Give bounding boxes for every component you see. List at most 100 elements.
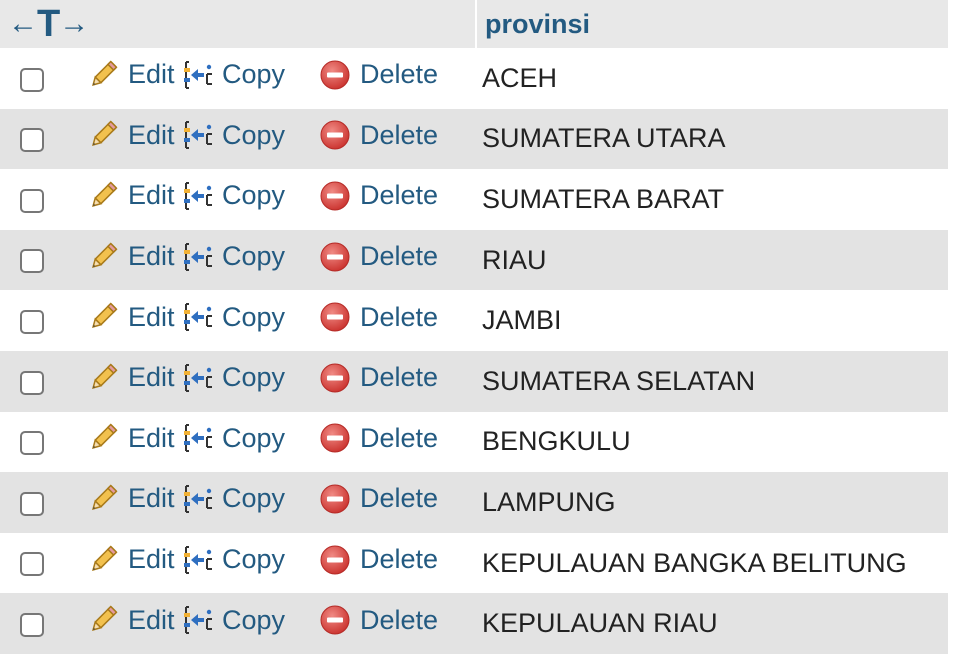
delete-link[interactable]: Delete (318, 58, 438, 92)
delete-cell: Delete (316, 411, 477, 473)
copy-cell: Copy (180, 290, 316, 351)
row-checkbox[interactable] (20, 310, 44, 335)
delete-link[interactable]: Delete (318, 603, 438, 637)
delete-icon (318, 543, 352, 577)
copy-icon (180, 361, 214, 395)
copy-link[interactable]: Copy (180, 118, 285, 152)
arrow-right-icon: → (59, 7, 90, 40)
edit-link[interactable]: Edit (86, 482, 175, 516)
provinsi-cell[interactable]: KEPULAUAN RIAU (476, 593, 949, 654)
edit-cell: Edit (60, 411, 180, 473)
copy-link[interactable]: Copy (180, 179, 285, 213)
delete-cell: Delete (316, 229, 477, 291)
delete-icon (318, 58, 352, 92)
copy-label: Copy (222, 544, 286, 575)
copy-label: Copy (222, 241, 286, 272)
edit-link[interactable]: Edit (86, 58, 175, 92)
provinsi-cell[interactable]: JAMBI (476, 290, 949, 351)
row-checkbox[interactable] (20, 188, 44, 213)
edit-link[interactable]: Edit (86, 118, 175, 152)
pencil-icon (86, 118, 120, 152)
pencil-icon (86, 603, 120, 637)
provinsi-cell[interactable]: SUMATERA UTARA (476, 108, 949, 170)
copy-cell: Copy (180, 48, 316, 109)
delete-link[interactable]: Delete (318, 240, 438, 274)
copy-link[interactable]: Copy (180, 421, 285, 455)
row-checkbox-cell (0, 472, 60, 533)
copy-link[interactable]: Copy (180, 361, 285, 395)
copy-label: Copy (222, 301, 286, 332)
delete-link[interactable]: Delete (318, 482, 438, 516)
pencil-icon (86, 240, 120, 274)
copy-label: Copy (222, 604, 286, 635)
table-row: Edit Copy (0, 593, 949, 654)
copy-link[interactable]: Copy (180, 482, 285, 516)
edit-link[interactable]: Edit (86, 300, 175, 334)
table-row: Edit Copy (0, 411, 949, 473)
copy-icon (180, 603, 214, 637)
copy-link[interactable]: Copy (180, 58, 285, 92)
delete-label: Delete (360, 241, 439, 272)
edit-link[interactable]: Edit (86, 179, 175, 213)
row-checkbox[interactable] (20, 431, 44, 456)
delete-cell: Delete (316, 532, 477, 594)
delete-cell: Delete (316, 169, 477, 230)
column-header-provinsi[interactable]: provinsi (476, 0, 949, 48)
provinsi-cell[interactable]: ACEH (476, 48, 949, 109)
delete-label: Delete (360, 59, 439, 90)
edit-cell: Edit (60, 350, 180, 412)
table-row: Edit Copy (0, 472, 949, 533)
copy-link[interactable]: Copy (180, 300, 285, 334)
copy-link[interactable]: Copy (180, 240, 285, 274)
edit-link[interactable]: Edit (86, 543, 175, 577)
provinsi-cell[interactable]: RIAU (476, 229, 949, 291)
row-checkbox[interactable] (20, 370, 44, 395)
delete-link[interactable]: Delete (318, 300, 438, 334)
copy-icon (180, 300, 214, 334)
copy-label: Copy (222, 422, 286, 453)
delete-icon (318, 421, 352, 455)
row-checkbox[interactable] (20, 491, 44, 516)
row-checkbox[interactable] (20, 128, 44, 153)
provinsi-cell[interactable]: SUMATERA SELATAN (476, 350, 949, 412)
edit-label: Edit (128, 604, 175, 635)
edit-link[interactable]: Edit (86, 603, 175, 637)
provinsi-cell[interactable]: LAMPUNG (476, 472, 949, 533)
edit-link[interactable]: Edit (86, 421, 175, 455)
row-checkbox-cell (0, 532, 60, 594)
table-row: Edit Copy (0, 290, 949, 351)
row-checkbox[interactable] (20, 249, 44, 274)
table-row: Edit Copy (0, 169, 949, 230)
edit-link[interactable]: Edit (86, 361, 175, 395)
edit-cell: Edit (60, 108, 180, 170)
delete-icon (318, 482, 352, 516)
edit-link[interactable]: Edit (86, 240, 175, 274)
pencil-icon (86, 361, 120, 395)
copy-link[interactable]: Copy (180, 603, 285, 637)
delete-link[interactable]: Delete (318, 421, 438, 455)
provinsi-cell[interactable]: BENGKULU (476, 411, 949, 473)
delete-cell: Delete (316, 108, 477, 170)
edit-label: Edit (128, 59, 175, 90)
table-row: Edit Copy (0, 48, 949, 109)
column-width-toggle[interactable]: ← T → (0, 0, 478, 48)
row-checkbox[interactable] (20, 613, 44, 638)
copy-link[interactable]: Copy (180, 543, 285, 577)
copy-cell: Copy (180, 411, 316, 473)
copy-icon (180, 543, 214, 577)
table-row: Edit Copy (0, 108, 949, 170)
provinsi-cell[interactable]: KEPULAUAN BANGKA BELITUNG (476, 532, 949, 594)
delete-link[interactable]: Delete (318, 361, 438, 395)
pencil-icon (86, 300, 120, 334)
delete-link[interactable]: Delete (318, 179, 438, 213)
row-checkbox[interactable] (20, 67, 44, 92)
pencil-icon (86, 179, 120, 213)
provinsi-cell[interactable]: SUMATERA BARAT (476, 169, 949, 230)
delete-link[interactable]: Delete (318, 543, 438, 577)
table-row: Edit Copy (0, 229, 949, 291)
pencil-icon (86, 58, 120, 92)
delete-cell: Delete (316, 48, 477, 109)
edit-label: Edit (128, 301, 175, 332)
row-checkbox[interactable] (20, 552, 44, 577)
delete-link[interactable]: Delete (318, 118, 438, 152)
